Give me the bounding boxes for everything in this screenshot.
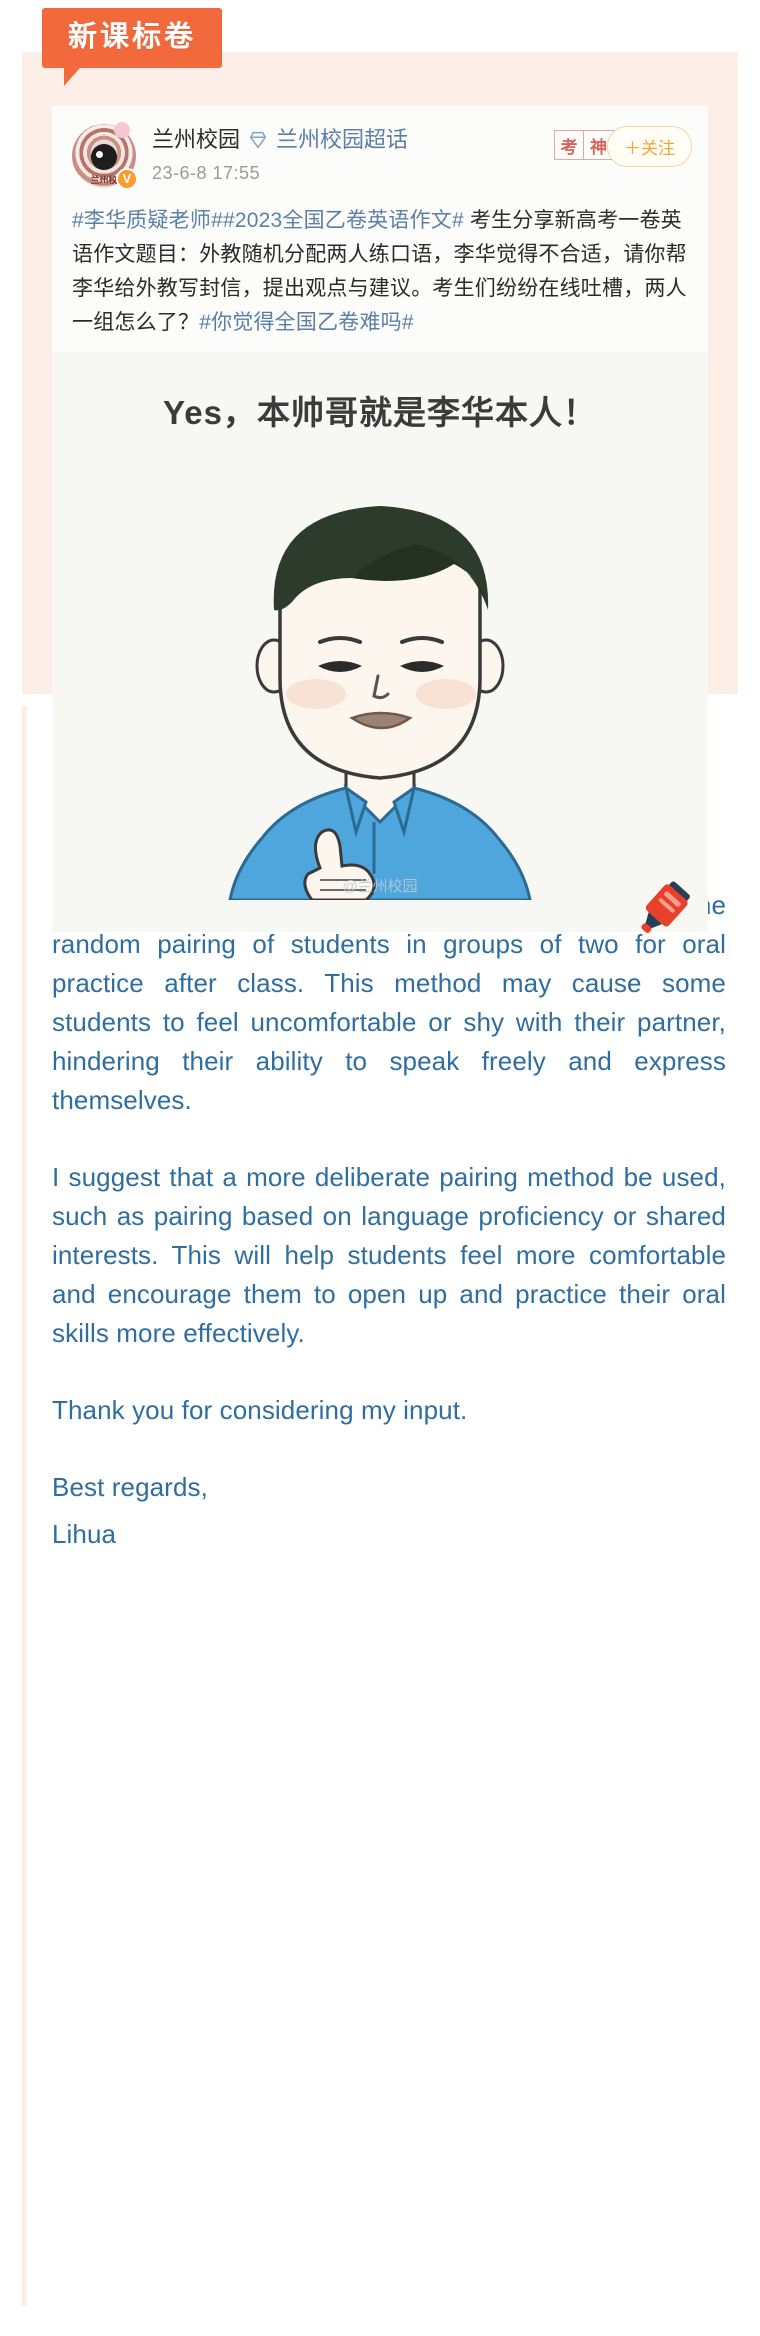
avatar-decoration-icon [114,122,130,138]
image-watermark: @兰州校园 [342,878,418,896]
banner-tail-icon [64,67,80,86]
hashtag-1[interactable]: #李华质疑老师# [72,209,223,232]
exam-paper-banner: 新课标卷 [42,8,223,86]
topic-link[interactable]: 兰州校园超话 [276,126,408,154]
hashtag-3[interactable]: #你觉得全国乙卷难吗# [199,311,414,334]
weibo-post-card: 兰州校 V 兰州校园 兰州校园超话 23-6-8 17:55 考 神 ＋关注 #… [52,106,708,934]
post-timestamp: 23-6-8 17:55 [152,162,261,183]
exam-stamp-group: 考 神 [554,130,614,160]
post-body-text: #李华质疑老师##2023全国乙卷英语作文# 考生分享新高考一卷英语作文题目：外… [72,204,688,340]
letter-closing-thanks: Thank you for considering my input. [52,1395,468,1425]
avatar-label: 兰州校 [90,175,118,185]
letter-sign-off: Best regards, [52,1472,208,1502]
post-meta: 兰州校园 兰州校园超话 23-6-8 17:55 [152,124,408,184]
letter-signature: Lihua [52,1519,117,1549]
letter-paragraph-2: I suggest that a more deliberate pairing… [52,1162,726,1348]
stamp-char-1: 考 [554,130,584,160]
author-row: 兰州校园 兰州校园超话 [152,126,408,154]
verified-badge-icon: V [116,168,138,190]
author-name[interactable]: 兰州校园 [152,126,240,154]
avatar[interactable]: 兰州校 V [72,122,138,190]
follow-button[interactable]: ＋关注 [607,126,692,167]
hashtag-2[interactable]: #2023全国乙卷英语作文# [223,209,464,232]
banner-label: 新课标卷 [42,8,223,68]
left-accent-line [22,706,27,2306]
diamond-icon [247,129,269,151]
image-caption-text: Yes，本帅哥就是李华本人！ [163,394,597,432]
cartoon-boy-illustration [228,506,532,901]
avatar-face-icon [91,144,117,171]
post-header: 兰州校 V 兰州校园 兰州校园超话 23-6-8 17:55 考 神 ＋关注 [72,122,692,190]
post-image[interactable]: Yes，本帅哥就是李华本人！ @兰州校园 [52,352,708,933]
highlighter-marker-icon [628,871,700,948]
